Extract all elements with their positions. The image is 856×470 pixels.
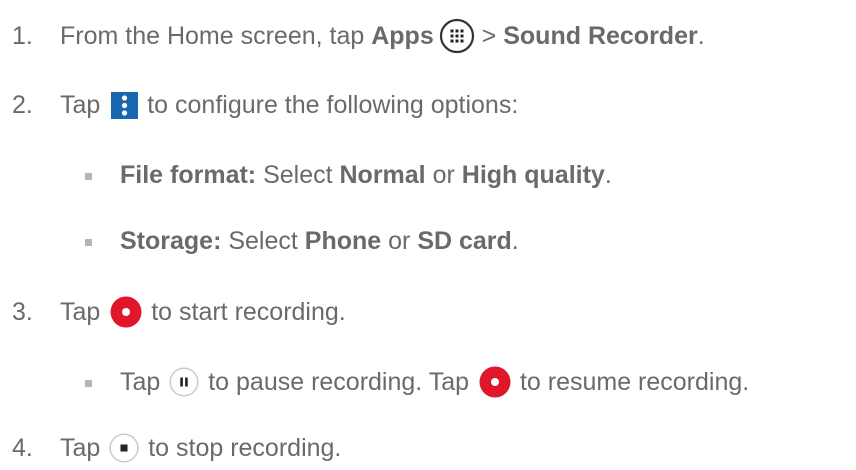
step-text: Tap — [60, 91, 108, 119]
option-storage: Storage: Select Phone or SD card . — [85, 226, 519, 256]
bullet — [85, 238, 92, 246]
option-label: File format: — [120, 161, 257, 189]
period: . — [604, 161, 612, 189]
option-value: SD card — [417, 227, 512, 255]
more-vert-icon — [111, 91, 139, 119]
pause-icon — [169, 367, 199, 397]
period: . — [697, 22, 705, 50]
step-text: to start recording. — [144, 298, 346, 326]
step-2: 2. Tap to configure the following option… — [12, 90, 518, 120]
step-1: 1. From the Home screen, tap Apps > Soun… — [12, 18, 705, 54]
step-number: 3. — [12, 298, 33, 326]
step-text: to pause recording. Tap — [201, 368, 476, 396]
step-text: Tap — [60, 434, 108, 462]
option-label: Storage: — [120, 227, 222, 255]
step-text: Tap — [120, 368, 168, 396]
step-number: 2. — [12, 91, 33, 119]
option-value: Normal — [339, 161, 426, 189]
step-text: to resume recording. — [513, 368, 750, 396]
option-value: Phone — [304, 227, 382, 255]
step-3: 3. Tap to start recording. — [12, 296, 346, 328]
period: . — [511, 227, 519, 255]
record-icon — [479, 366, 511, 398]
option-text: Select — [221, 227, 305, 255]
step-text: Tap — [60, 298, 108, 326]
step-text: to configure the following options: — [140, 91, 519, 119]
option-text: or — [381, 227, 418, 255]
option-value: High quality — [461, 161, 605, 189]
separator: > — [474, 22, 504, 50]
apps-label: Apps — [371, 22, 434, 50]
option-text: Select — [256, 161, 340, 189]
stop-icon — [109, 433, 139, 463]
option-file-format: File format: Select Normal or High quali… — [85, 160, 612, 190]
step-4: 4. Tap to stop recording. — [12, 433, 341, 463]
record-icon — [110, 296, 142, 328]
step-text: to stop recording. — [141, 434, 342, 462]
step-number: 1. — [12, 22, 33, 50]
bullet — [85, 379, 92, 387]
option-text: or — [425, 161, 462, 189]
bullet — [85, 172, 92, 180]
step-text: From the Home screen, tap — [60, 22, 372, 50]
apps-grid-icon — [439, 18, 475, 54]
sound-recorder-label: Sound Recorder — [503, 22, 698, 50]
step-number: 4. — [12, 434, 33, 462]
pause-resume-note: Tap to pause recording. Tap to resume re… — [85, 366, 749, 398]
